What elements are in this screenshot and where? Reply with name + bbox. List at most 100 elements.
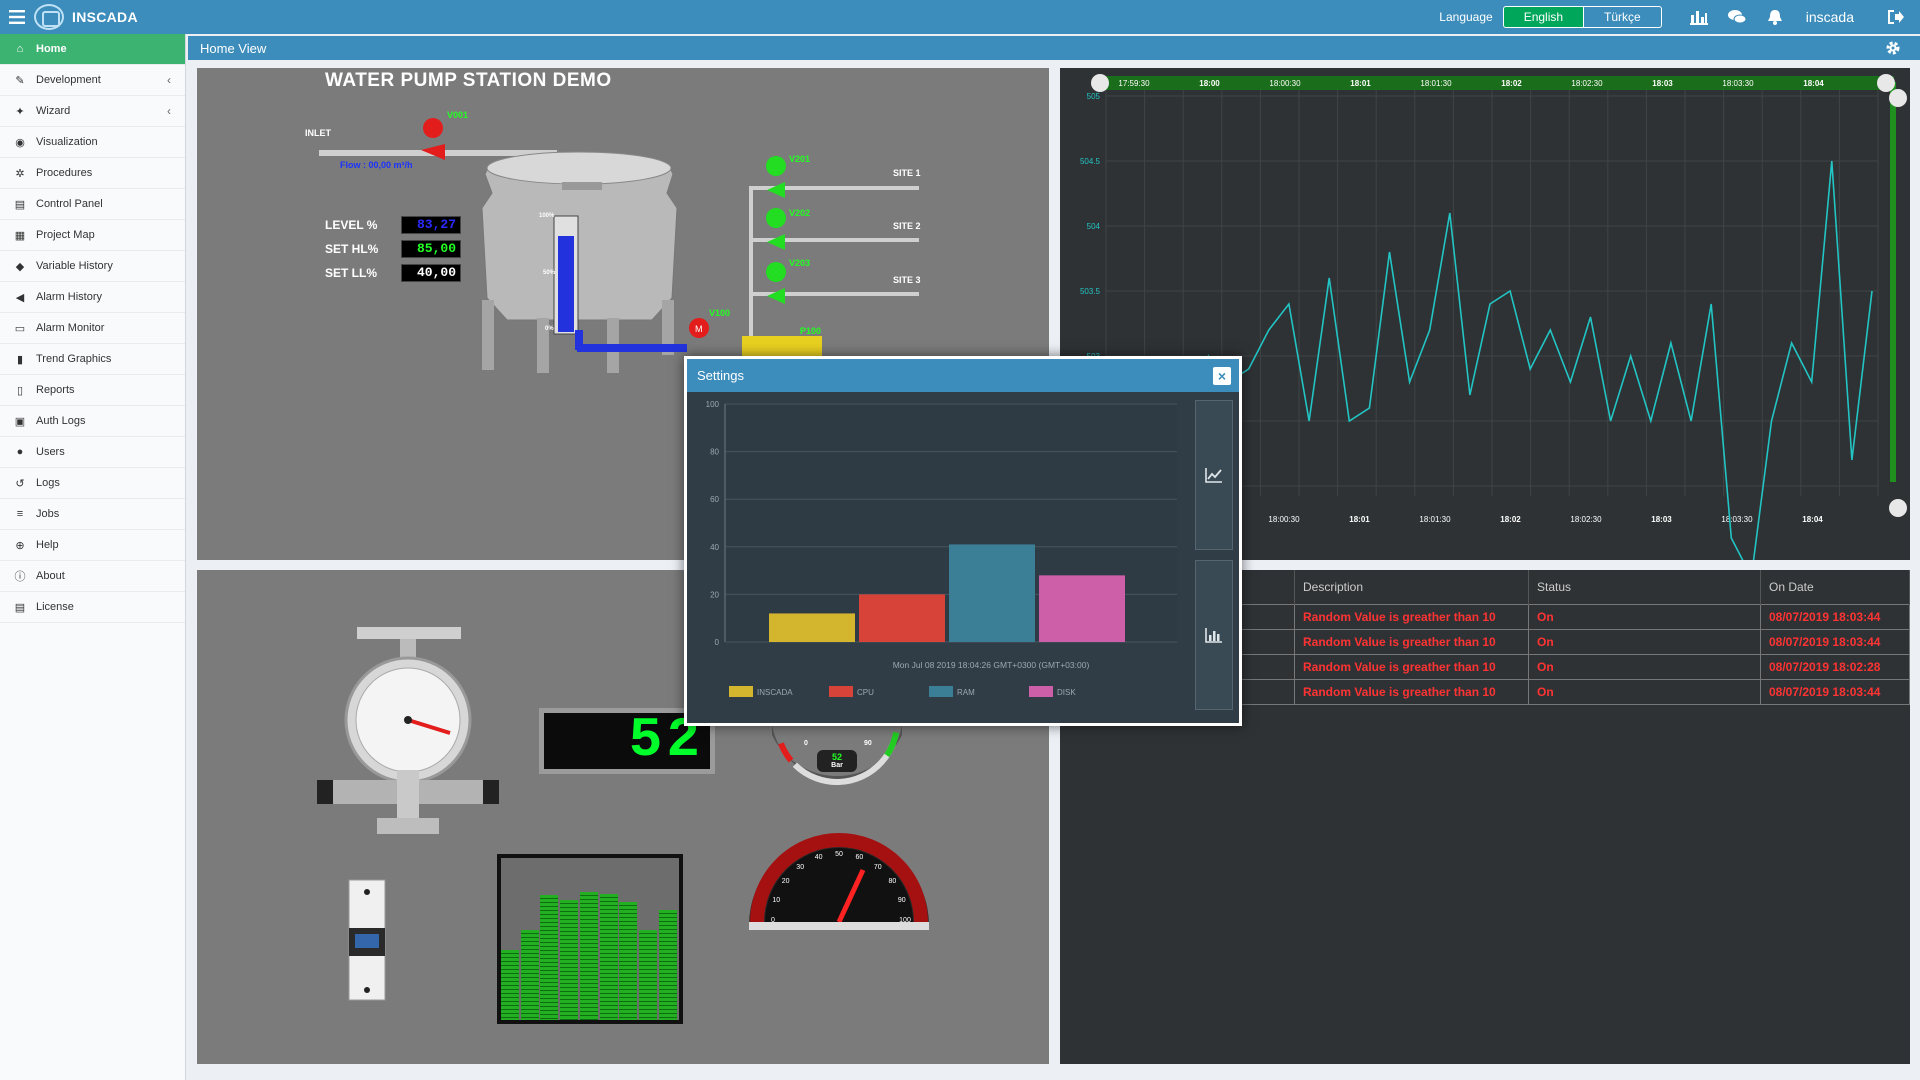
alarm-description-cell: Random Value is greather than 10 <box>1294 678 1529 705</box>
user-icon: ● <box>16 446 24 458</box>
valve-v100-label[interactable]: V100 <box>709 308 730 318</box>
trend-bottom-time-label: 18:00:30 <box>1268 515 1300 524</box>
bar-chart-y-tick-label: 100 <box>706 400 720 409</box>
trend-top-time-label: 18:03 <box>1652 79 1673 88</box>
trend-top-time-label: 18:00:30 <box>1269 79 1301 88</box>
content-header: Home View <box>188 36 1920 60</box>
flow-label: Flow : 00,00 m³/h <box>340 160 413 170</box>
bar-ram <box>949 544 1035 642</box>
trend-top-time-label: 18:03:30 <box>1722 79 1754 88</box>
bar-chart-icon <box>1205 628 1222 643</box>
file-icon: ▯ <box>16 384 24 397</box>
top-navbar: INSCADA Language English Türkçe inscada <box>0 0 1920 34</box>
sidebar-item-reports[interactable]: ▯ Reports <box>0 375 185 406</box>
modal-title: Settings <box>697 368 744 383</box>
speedometer-tick-label: 0 <box>771 917 775 924</box>
level-readout: 83,27 <box>401 216 461 234</box>
close-icon[interactable]: × <box>1213 367 1231 385</box>
legend-label-cpu: CPU <box>857 688 874 697</box>
trend-handle-bottom <box>1889 499 1907 517</box>
sidebar-item-procedures[interactable]: ✲ Procedures <box>0 158 185 189</box>
speedometer-tick-label: 40 <box>814 854 823 862</box>
alarm-description-cell: Random Value is greather than 10 <box>1294 628 1529 655</box>
speedometer-tick-label: 20 <box>781 878 790 886</box>
bar-chart-y-tick-label: 20 <box>710 590 719 599</box>
sidebar-item-variable-history[interactable]: ◆ Variable History <box>0 251 185 282</box>
alarm-column-description[interactable]: Description <box>1294 570 1529 604</box>
line-chart-icon <box>1205 468 1222 483</box>
line-chart-tab[interactable] <box>1195 400 1233 550</box>
comments-icon[interactable] <box>1718 0 1756 34</box>
sidebar-item-control-panel[interactable]: ▤ Control Panel <box>0 189 185 220</box>
sidebar-item-wizard[interactable]: ✦ Wizard ‹ <box>0 96 185 127</box>
sidebar-item-label: Alarm Monitor <box>36 322 105 334</box>
bar-chart-y-tick-label: 60 <box>710 495 719 504</box>
trend-bottom-time-label: 18:01 <box>1349 515 1370 524</box>
sidebar-item-label: Procedures <box>36 167 93 179</box>
trend-top-time-label: 18:01:30 <box>1420 79 1452 88</box>
bar-disk <box>1039 575 1125 642</box>
valve-v001-label[interactable]: V001 <box>447 110 468 120</box>
valve-v203-label[interactable]: V203 <box>789 258 810 268</box>
legend-label-disk: DISK <box>1057 688 1076 697</box>
sidebar-item-license[interactable]: ▤ License <box>0 592 185 623</box>
sidebar-item-label: License <box>36 601 74 613</box>
sidebar-item-logs[interactable]: ↺ Logs <box>0 468 185 499</box>
language-english-button[interactable]: English <box>1502 6 1585 28</box>
sidebar-item-visualization[interactable]: ◉ Visualization <box>0 127 185 158</box>
tank-scale-100: 100% <box>539 213 555 219</box>
sidebar-item-home[interactable]: ⌂ Home <box>0 34 185 65</box>
small-gauge-tick-min: 0 <box>804 740 808 747</box>
sidebar-item-development[interactable]: ✎ Development ‹ <box>0 65 185 96</box>
small-gauge-unit: Bar <box>831 762 843 769</box>
sidebar-item-alarm-monitor[interactable]: ▭ Alarm Monitor <box>0 313 185 344</box>
alarm-status-cell: On <box>1528 678 1761 705</box>
alarm-column-date[interactable]: On Date <box>1760 570 1910 604</box>
bar-chart-tab[interactable] <box>1195 560 1233 710</box>
speedometer-tick-label: 60 <box>855 854 864 862</box>
set-hl-readout[interactable]: 85,00 <box>401 240 461 258</box>
trend-top-time-label: 18:04 <box>1803 79 1824 88</box>
user-name[interactable]: inscada <box>1806 9 1854 25</box>
bell-icon[interactable] <box>1756 0 1794 34</box>
sidebar-item-help[interactable]: ⊕ Help <box>0 530 185 561</box>
sidebar-item-alarm-history[interactable]: ◀ Alarm History <box>0 282 185 313</box>
digital-display-value: 52 <box>628 708 704 772</box>
set-ll-readout[interactable]: 40,00 <box>401 264 461 282</box>
sidebar-item-label: Trend Graphics <box>36 353 112 365</box>
sidebar-item-project-map[interactable]: ▦ Project Map <box>0 220 185 251</box>
resource-bar-chart: 0 20 40 60 80 100 Mon Jul 08 2019 18:04:26 GMT… <box>706 400 1177 697</box>
tank-scale-50: 50% <box>543 270 556 276</box>
pump-p100-label[interactable]: P100 <box>800 326 821 336</box>
sidebar-item-about[interactable]: ⓘ About <box>0 561 185 592</box>
language-turkish-button[interactable]: Türkçe <box>1584 6 1662 28</box>
sidebar-item-trend-graphics[interactable]: ▮ Trend Graphics <box>0 344 185 375</box>
trend-y-tick-label: 504 <box>1087 222 1101 231</box>
trend-handle-left <box>1091 74 1109 92</box>
sidebar-item-label: Control Panel <box>36 198 103 210</box>
sign-out-icon[interactable] <box>1876 0 1914 34</box>
trend-y-tick-label: 504.5 <box>1080 157 1101 166</box>
bar-inscada <box>769 613 855 642</box>
valve-v202-label[interactable]: V202 <box>789 208 810 218</box>
lifebuoy-icon: ⊕ <box>15 539 25 552</box>
menu-toggle-icon[interactable] <box>0 0 34 34</box>
bar-chart-icon[interactable] <box>1680 0 1718 34</box>
modal-body: 0 20 40 60 80 100 Mon Jul 08 2019 18:04:26 GMT… <box>687 392 1239 723</box>
home-icon: ⌂ <box>16 43 24 55</box>
tag-icon: ◆ <box>15 260 25 273</box>
valve-v201-label[interactable]: V201 <box>789 154 810 164</box>
sidebar-item-users[interactable]: ● Users <box>0 437 185 468</box>
sidebar-item-label: Visualization <box>36 136 98 148</box>
sidebar-item-jobs[interactable]: ≡ Jobs <box>0 499 185 530</box>
site-3-label: SITE 3 <box>893 275 921 285</box>
monitor-icon: ▭ <box>14 322 26 335</box>
sidebar-item-label: Project Map <box>36 229 95 241</box>
gear-icon[interactable] <box>1884 39 1902 57</box>
sidebar-item-auth-logs[interactable]: ▣ Auth Logs <box>0 406 185 437</box>
equalizer-bars <box>501 858 679 1020</box>
alarm-column-status[interactable]: Status <box>1528 570 1761 604</box>
alarm-date-cell: 08/07/2019 18:02:28 <box>1760 653 1910 680</box>
map-icon: ▦ <box>14 229 26 242</box>
equalizer-bar <box>540 895 559 1020</box>
